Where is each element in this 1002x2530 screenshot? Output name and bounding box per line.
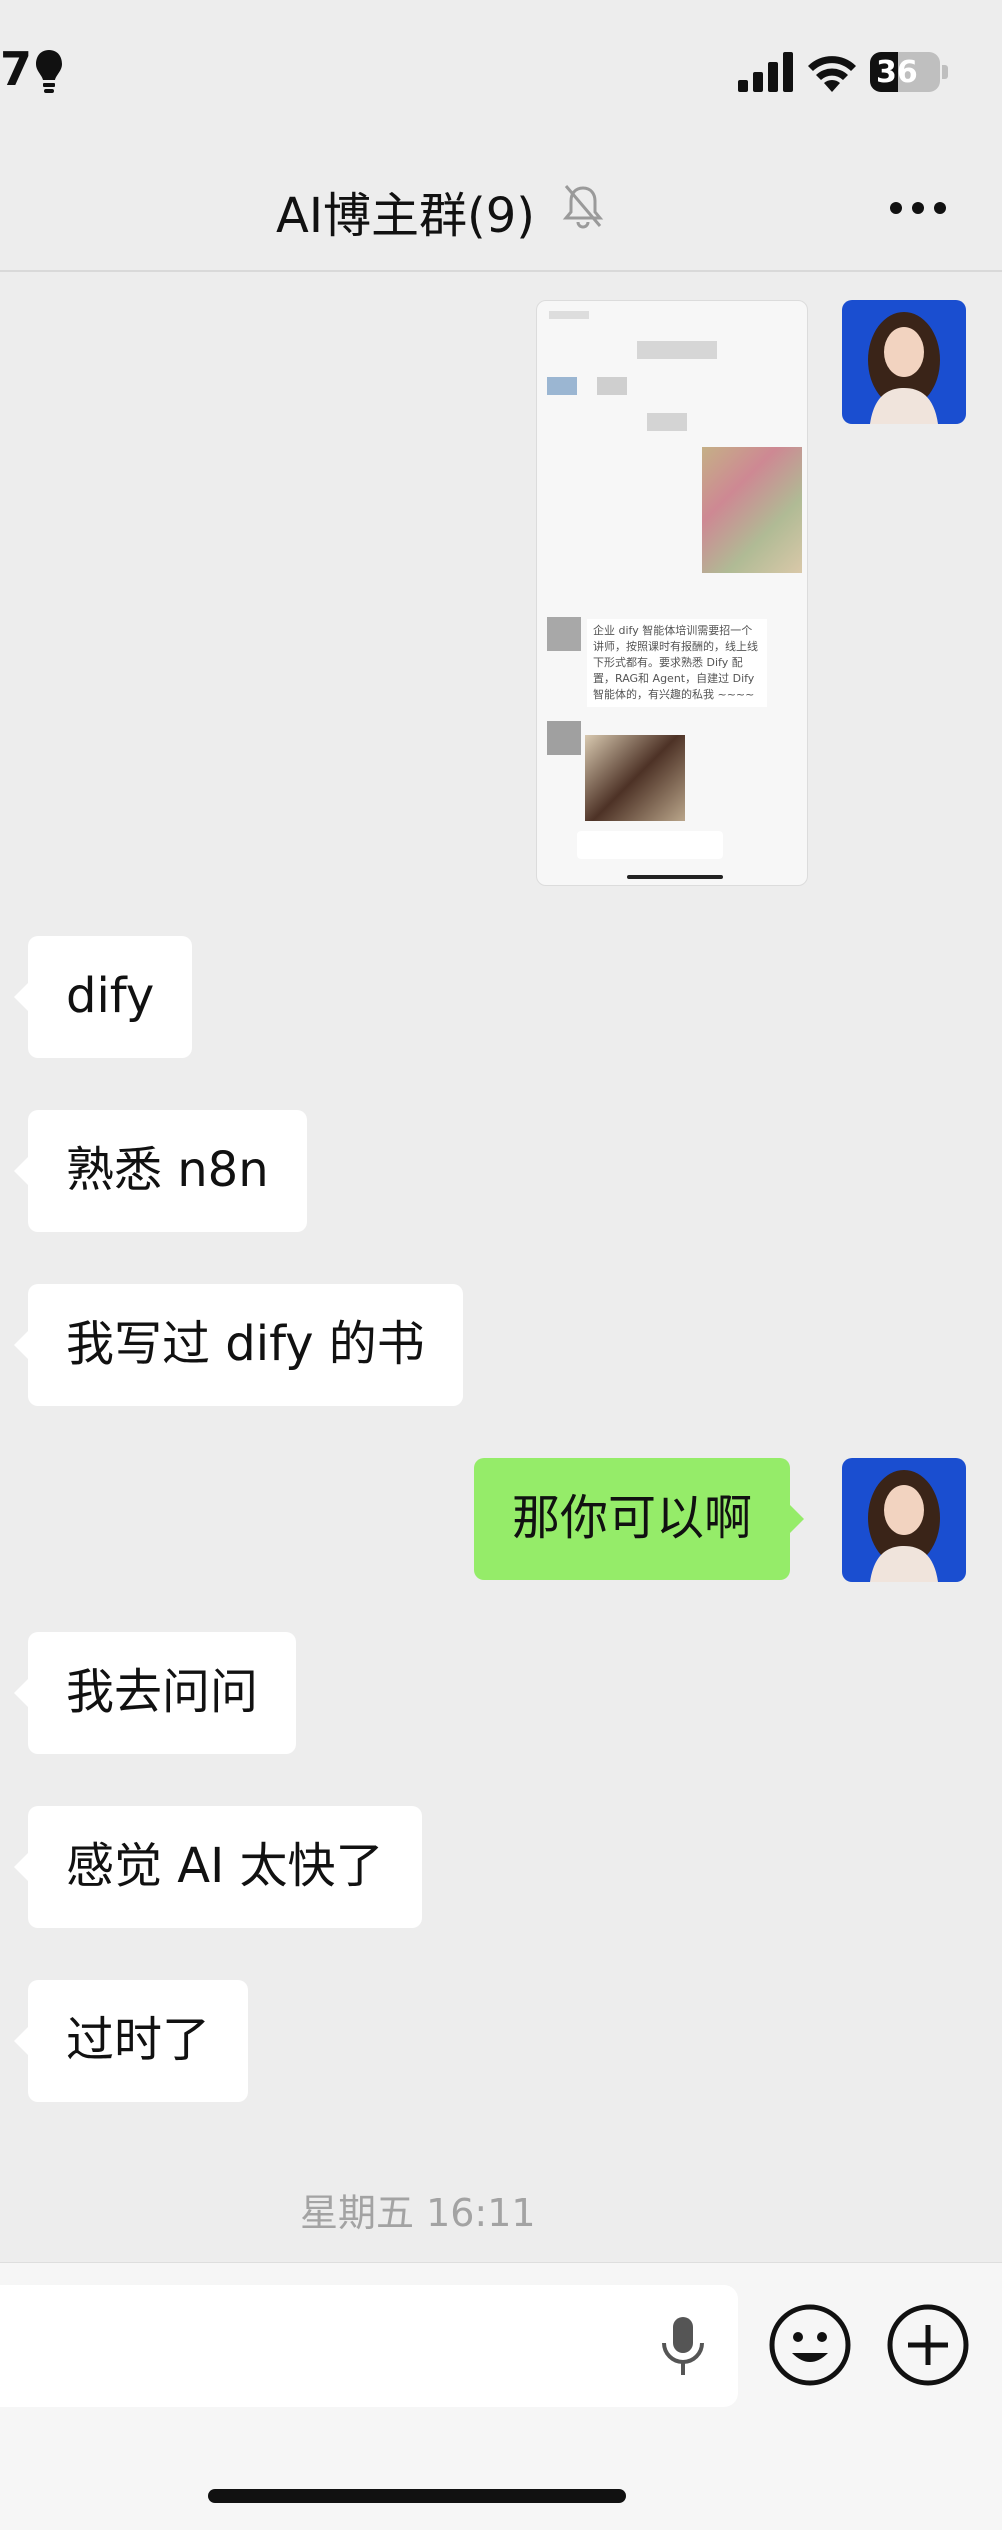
microphone-icon[interactable] — [658, 2315, 708, 2379]
status-bar: 7 36 — [0, 0, 1002, 140]
message-bubble-received[interactable]: 感觉 AI 太快了 — [14, 1806, 422, 1928]
emoji-icon[interactable] — [768, 2303, 852, 2387]
message-bubble-sent[interactable]: 那你可以啊 — [474, 1458, 805, 1580]
mute-bell-icon — [562, 185, 604, 229]
battery-level: 36 — [876, 55, 918, 90]
battery-icon: 36 — [870, 52, 950, 92]
shared-screenshot-homebar — [627, 875, 723, 879]
message-bubble-received[interactable]: 我写过 dify 的书 — [14, 1284, 463, 1406]
message-timestamp: 星期五 16:11 — [300, 2191, 536, 2235]
add-attachment-icon[interactable] — [886, 2303, 970, 2387]
home-indicator — [208, 2489, 626, 2503]
chat-header: AI博主群(9) — [0, 140, 1002, 272]
wifi-icon — [808, 56, 856, 92]
message-input-bar — [0, 2262, 1002, 2530]
chat-title: AI博主群(9) — [276, 188, 535, 244]
cellular-signal-icon — [738, 52, 793, 92]
lightbulb-icon — [36, 50, 62, 93]
message-bubble-received[interactable]: 熟悉 n8n — [14, 1110, 307, 1232]
avatar-image — [842, 1458, 966, 1582]
message-bubble-received[interactable]: dify — [13, 936, 193, 1058]
self-avatar[interactable] — [842, 1458, 966, 1582]
shared-screenshot-text: 企业 dify 智能体培训需要招一个讲师，按照课时有报酬的，线上线下形式都有。要… — [587, 619, 767, 707]
shared-screenshot-image[interactable]: 企业 dify 智能体培训需要招一个讲师，按照课时有报酬的，线上线下形式都有。要… — [536, 300, 808, 886]
self-avatar[interactable] — [842, 300, 966, 424]
status-time: 7 — [0, 42, 33, 96]
shared-screenshot-input — [577, 831, 723, 859]
more-options-icon[interactable] — [888, 200, 948, 216]
message-bubble-received[interactable]: 我去问问 — [13, 1632, 297, 1754]
avatar-image — [842, 300, 966, 424]
message-bubble-received[interactable]: 过时了 — [13, 1980, 249, 2102]
message-input[interactable] — [0, 2285, 738, 2407]
